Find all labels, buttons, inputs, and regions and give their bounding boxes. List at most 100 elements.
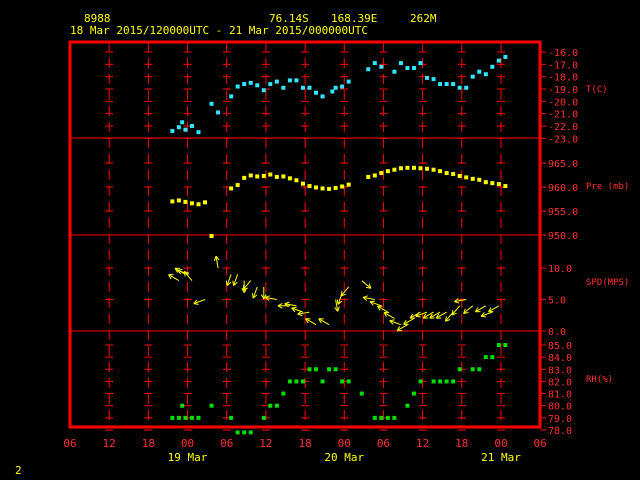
wind-arrow: [251, 286, 258, 299]
temperature-point: [229, 94, 234, 99]
temperature-point: [333, 85, 338, 90]
y-tick-label: 10.0: [548, 264, 572, 275]
temperature-point: [268, 82, 273, 87]
pressure-point: [490, 181, 495, 186]
meteogram: -16.0-17.0 -18.0-19.0-20.0 -21.0-22.0-23.0…: [63, 40, 629, 464]
temperature-point: [189, 124, 194, 128]
temperature-point: [255, 83, 260, 88]
temperature-point: [372, 61, 377, 66]
wind-arrow-head: [284, 301, 290, 305]
pressure-point: [189, 201, 194, 206]
y-tick-label: -21.0: [548, 110, 578, 121]
pressure-point: [281, 174, 286, 179]
wind-arrow-head: [336, 299, 339, 305]
pressure-point: [261, 173, 266, 178]
wind-arrow: [232, 274, 239, 286]
temperature-point: [444, 82, 449, 87]
rh-point: [320, 379, 325, 384]
pressure-point: [242, 175, 247, 180]
rh-point: [327, 367, 332, 372]
rh-point: [281, 391, 286, 396]
pressure-point: [294, 178, 299, 183]
pressure-point: [209, 233, 214, 238]
x-date-label: 19 Mar: [168, 451, 208, 464]
pressure-point: [438, 169, 443, 174]
rh-point: [457, 367, 462, 372]
temperature-point: [248, 80, 253, 85]
x-tick-label: 18: [298, 437, 311, 450]
pressure-point: [503, 184, 508, 189]
pressure-point: [320, 186, 325, 191]
temperature-point: [274, 79, 279, 84]
temperature-point: [496, 58, 501, 63]
y-tick-label: 0.0: [548, 327, 566, 338]
temperature-point: [261, 88, 266, 93]
temperature-point: [418, 61, 423, 66]
wind-arrow: [362, 295, 375, 301]
wind-arrow: [334, 299, 340, 312]
wind-arrow: [396, 324, 408, 332]
wind-arrow: [340, 286, 350, 297]
y-tick-label: -23.0: [548, 134, 578, 145]
temperature-point: [392, 69, 397, 74]
pressure-point: [287, 176, 292, 181]
pressure-point: [255, 174, 260, 179]
rh-point: [411, 391, 416, 396]
data-layer: [168, 54, 508, 435]
x-tick-label: 00: [181, 437, 194, 450]
rh-point: [229, 415, 234, 420]
wind-arrow: [377, 305, 389, 313]
pressure-point: [307, 184, 312, 189]
temperature-point: [294, 78, 299, 83]
y-tick-label: -22.0: [548, 122, 578, 133]
rh-point: [503, 343, 508, 347]
y-tick-label: 80.0: [548, 402, 572, 413]
rh-point: [314, 367, 319, 372]
temperature-point: [470, 74, 475, 79]
wind-arrow-head: [193, 303, 199, 305]
rh-point: [496, 343, 501, 347]
rh-point: [333, 367, 338, 372]
temperature-point: [503, 54, 508, 59]
x-tick-label: 06: [220, 437, 233, 450]
rh-point: [235, 430, 240, 435]
temperature-point: [183, 127, 188, 132]
temperature-point: [216, 110, 221, 115]
rh-point: [346, 379, 351, 384]
wind-arrow: [383, 311, 395, 319]
panel-ylabel-pressure: Pre (mb): [586, 182, 629, 192]
wind-arrow: [480, 311, 493, 318]
pressure-point: [229, 186, 234, 191]
wind-arrow: [168, 274, 180, 282]
rh-point: [470, 367, 475, 372]
y-tick-label: 78.0: [548, 426, 572, 437]
panel-ylabel-temperature: T(C): [586, 85, 608, 95]
x-tick-label: 18: [142, 437, 155, 450]
rh-point: [379, 415, 384, 420]
rh-point: [385, 415, 390, 420]
pressure-point: [176, 198, 181, 203]
pressure-point: [411, 165, 416, 170]
y-tick-label: 960.0: [548, 183, 578, 194]
pressure-point: [425, 166, 430, 171]
panel-ylabel-rh: RH(%): [586, 375, 613, 385]
temperature-point: [209, 101, 214, 106]
pressure-point: [333, 185, 338, 190]
rh-point: [451, 379, 456, 384]
x-tick-label: 00: [338, 437, 351, 450]
wind-arrow: [305, 318, 317, 326]
temperature-point: [176, 125, 181, 130]
pressure-point: [372, 173, 377, 178]
rh-point: [274, 403, 279, 408]
wind-arrow: [451, 305, 461, 316]
y-tick-label: 82.0: [548, 377, 572, 388]
y-tick-label: -16.0: [548, 48, 578, 59]
x-tick-label: 06: [534, 437, 547, 450]
temperature-point: [330, 89, 335, 94]
wind-arrow: [369, 300, 382, 307]
header: 8988 76.14S 168.39E 262M 18 Mar 2015/120…: [0, 0, 640, 40]
wind-arrow: [183, 270, 193, 281]
wind-arrow: [297, 310, 310, 317]
y-tick-label: -17.0: [548, 60, 578, 71]
rh-point: [438, 379, 443, 384]
